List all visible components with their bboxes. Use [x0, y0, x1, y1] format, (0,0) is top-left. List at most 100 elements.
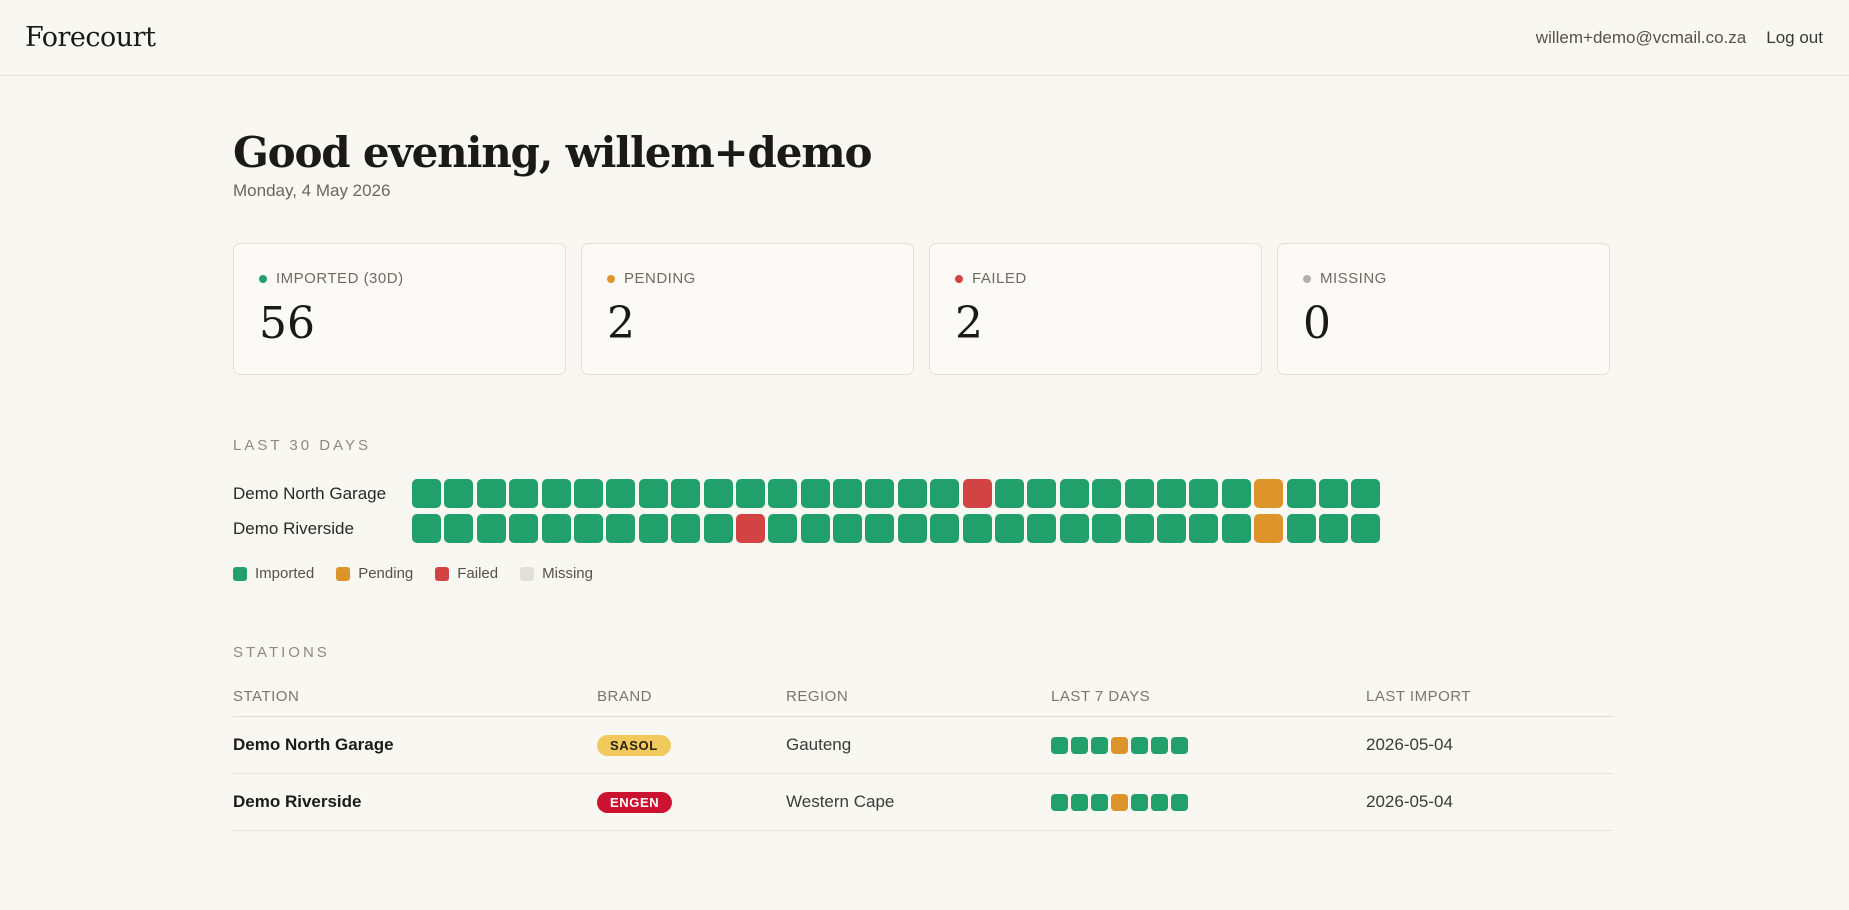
day-status-cell-imported[interactable] — [897, 479, 927, 508]
day-status-cell-imported[interactable] — [1318, 514, 1348, 543]
day-status-cell-imported[interactable] — [1156, 514, 1186, 543]
day-status-cell-imported[interactable] — [1171, 793, 1188, 811]
last-30-days-grid: Demo North Garage Demo Riverside — [233, 476, 1613, 546]
day-status-cell-imported[interactable] — [1318, 479, 1348, 508]
station-name[interactable]: Demo North Garage — [233, 716, 597, 774]
day-status-cell-imported[interactable] — [412, 514, 441, 543]
stations-heading: STATIONS — [233, 644, 330, 661]
day-status-cell-pending[interactable] — [1254, 514, 1284, 543]
day-status-cell-imported[interactable] — [1051, 736, 1068, 754]
day-status-cell-imported[interactable] — [800, 514, 830, 543]
logout-link[interactable]: Log out — [1766, 28, 1823, 48]
day-status-cell-failed[interactable] — [735, 514, 765, 543]
day-status-cell-imported[interactable] — [1071, 736, 1088, 754]
day-status-cell-imported[interactable] — [1156, 479, 1186, 508]
column-header[interactable]: STATION — [233, 688, 597, 717]
day-status-cell-imported[interactable] — [1131, 736, 1148, 754]
day-status-cell-imported[interactable] — [1027, 479, 1057, 508]
brand-badge: SASOL — [597, 734, 671, 756]
day-status-cell-imported[interactable] — [606, 479, 636, 508]
station-name[interactable]: Demo Riverside — [233, 773, 597, 831]
day-status-cell-imported[interactable] — [1221, 479, 1251, 508]
day-status-cell-imported[interactable] — [541, 479, 571, 508]
day-status-cell-imported[interactable] — [509, 514, 539, 543]
day-status-cell-imported[interactable] — [444, 479, 474, 508]
day-status-cell-imported[interactable] — [962, 514, 992, 543]
day-status-cell-imported[interactable] — [1151, 736, 1168, 754]
day-status-cell-imported[interactable] — [1189, 479, 1219, 508]
column-header[interactable]: BRAND — [597, 688, 786, 717]
grid-station-name: Demo North Garage — [233, 483, 387, 503]
day-status-cell-imported[interactable] — [1286, 479, 1316, 508]
day-status-cell-imported[interactable] — [606, 514, 636, 543]
day-status-cell-imported[interactable] — [573, 514, 603, 543]
day-status-cell-imported[interactable] — [573, 479, 603, 508]
day-status-cell-imported[interactable] — [541, 514, 571, 543]
day-status-cell-imported[interactable] — [865, 514, 895, 543]
day-status-cell-pending[interactable] — [1111, 736, 1128, 754]
day-status-cell-failed[interactable] — [962, 479, 992, 508]
legend-item: Missing — [520, 565, 593, 582]
day-status-cell-imported[interactable] — [1091, 793, 1108, 811]
day-status-cell-imported[interactable] — [671, 479, 701, 508]
day-status-cell-imported[interactable] — [444, 514, 474, 543]
day-status-cell-imported[interactable] — [930, 514, 960, 543]
column-header[interactable]: REGION — [786, 688, 1051, 717]
day-status-cell-imported[interactable] — [995, 479, 1025, 508]
day-status-cell-imported[interactable] — [1027, 514, 1057, 543]
day-status-cell-imported[interactable] — [1351, 514, 1381, 543]
day-status-cell-imported[interactable] — [1059, 479, 1089, 508]
day-status-cell-imported[interactable] — [1131, 793, 1148, 811]
day-status-cell-imported[interactable] — [1189, 514, 1219, 543]
day-status-cell-imported[interactable] — [1051, 793, 1068, 811]
day-status-cell-pending[interactable] — [1111, 793, 1128, 811]
day-status-cell-imported[interactable] — [800, 479, 830, 508]
day-status-cell-imported[interactable] — [897, 514, 927, 543]
stat-card-pending: PENDING 2 — [581, 243, 914, 375]
stat-label: PENDING — [624, 270, 696, 287]
day-status-cell-imported[interactable] — [930, 479, 960, 508]
app-logo[interactable]: Forecourt — [25, 22, 156, 53]
table-row[interactable]: Demo Riverside ENGEN Western Cape 2026-0… — [233, 773, 1613, 831]
day-status-cell-imported[interactable] — [476, 479, 506, 508]
day-status-cell-imported[interactable] — [995, 514, 1025, 543]
legend-item: Imported — [233, 565, 314, 582]
day-status-cell-imported[interactable] — [1092, 479, 1122, 508]
day-status-cell-imported[interactable] — [735, 479, 765, 508]
day-status-cell-imported[interactable] — [1351, 479, 1381, 508]
day-status-cell-imported[interactable] — [1059, 514, 1089, 543]
day-status-cell-imported[interactable] — [833, 514, 863, 543]
last-30-days-heading: LAST 30 DAYS — [233, 437, 371, 454]
day-status-cell-imported[interactable] — [638, 514, 668, 543]
grid-station-name: Demo Riverside — [233, 518, 354, 538]
day-status-cell-imported[interactable] — [768, 479, 798, 508]
legend-item: Failed — [435, 565, 498, 582]
day-status-cell-imported[interactable] — [768, 514, 798, 543]
table-row[interactable]: Demo North Garage SASOL Gauteng 2026-05-… — [233, 716, 1613, 774]
day-status-cell-imported[interactable] — [509, 479, 539, 508]
legend-swatch-icon — [520, 566, 535, 581]
day-status-cell-imported[interactable] — [703, 514, 733, 543]
day-status-cell-imported[interactable] — [1124, 479, 1154, 508]
day-status-cell-imported[interactable] — [1091, 736, 1108, 754]
day-cells — [412, 479, 1381, 508]
day-status-cell-imported[interactable] — [1092, 514, 1122, 543]
day-status-cell-imported[interactable] — [1171, 736, 1188, 754]
day-status-cell-imported[interactable] — [1221, 514, 1251, 543]
day-status-cell-pending[interactable] — [1254, 479, 1284, 508]
day-status-cell-imported[interactable] — [703, 479, 733, 508]
day-status-cell-imported[interactable] — [865, 479, 895, 508]
day-status-cell-imported[interactable] — [1071, 793, 1088, 811]
day-status-cell-imported[interactable] — [476, 514, 506, 543]
day-status-cell-imported[interactable] — [412, 479, 441, 508]
day-status-cell-imported[interactable] — [638, 479, 668, 508]
brand-badge: ENGEN — [597, 791, 673, 813]
column-header[interactable]: LAST 7 DAYS — [1051, 688, 1366, 717]
day-status-cell-imported[interactable] — [1286, 514, 1316, 543]
day-status-cell-imported[interactable] — [1151, 793, 1168, 811]
column-header[interactable]: LAST IMPORT — [1366, 688, 1613, 717]
day-status-cell-imported[interactable] — [671, 514, 701, 543]
day-status-cell-imported[interactable] — [1124, 514, 1154, 543]
region: Western Cape — [786, 773, 1051, 831]
day-status-cell-imported[interactable] — [833, 479, 863, 508]
